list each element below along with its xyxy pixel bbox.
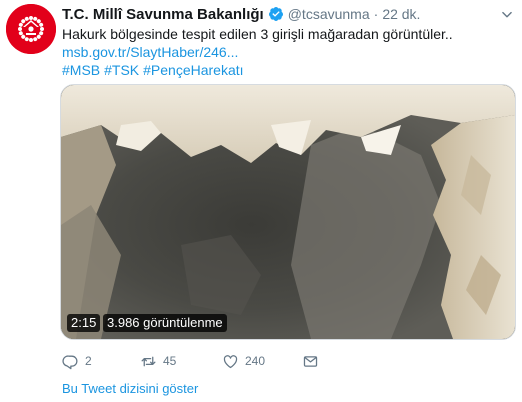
verified-badge-icon [268, 7, 283, 21]
tweet-actions: 2 45 240 [62, 352, 332, 370]
separator-dot: · [373, 6, 379, 22]
retweet-button[interactable]: 45 [140, 353, 222, 370]
retweet-icon [141, 356, 156, 366]
tweet-timestamp[interactable]: 22 dk. [382, 6, 420, 22]
retweet-count: 45 [163, 354, 177, 368]
avatar[interactable] [6, 4, 56, 54]
tweet-text: Hakurk bölgesinde tespit edilen 3 girişl… [62, 26, 453, 42]
like-icon [223, 354, 238, 368]
account-name[interactable]: T.C. Millî Savunma Bakanlığı [62, 6, 264, 23]
cave-video-frame [61, 85, 515, 339]
hashtag-msb[interactable]: #MSB [62, 62, 100, 78]
chevron-down-icon[interactable] [500, 8, 514, 22]
video-player[interactable]: 2:15 3.986 görüntülenme [60, 84, 516, 340]
account-handle[interactable]: @tcsavunma [288, 6, 370, 22]
tweet-header: T.C. Millî Savunma Bakanlığı @tcsavunma … [62, 4, 420, 24]
tweet-link[interactable]: msb.gov.tr/SlaytHaber/246... [62, 43, 238, 61]
reply-count: 2 [85, 354, 92, 368]
direct-message-button[interactable] [302, 353, 332, 370]
msb-emblem-icon [6, 4, 56, 54]
hashtag-pence-harekati[interactable]: #PençeHarekatı [143, 62, 243, 78]
hashtag-list: #MSB #TSK #PençeHarekatı [62, 61, 248, 79]
reply-icon [62, 354, 78, 369]
video-duration-badge: 2:15 [67, 314, 101, 332]
video-views-badge: 3.986 görüntülenme [103, 314, 227, 332]
like-count: 240 [245, 354, 266, 368]
direct-message-icon [303, 355, 318, 367]
hashtag-tsk[interactable]: #TSK [104, 62, 139, 78]
reply-button[interactable]: 2 [62, 353, 140, 370]
like-button[interactable]: 240 [222, 353, 302, 370]
show-thread-link[interactable]: Bu Tweet dizisini göster [62, 381, 198, 396]
